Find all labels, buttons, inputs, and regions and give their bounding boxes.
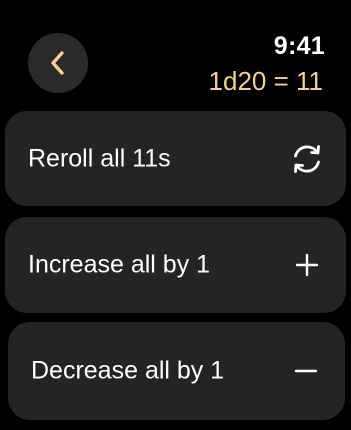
reroll-all-label: Reroll all 11s <box>28 144 171 172</box>
back-button[interactable] <box>28 33 88 93</box>
reroll-all-button[interactable]: Reroll all 11s <box>5 111 346 206</box>
minus-icon <box>289 354 323 388</box>
increase-all-button[interactable]: Increase all by 1 <box>5 217 346 313</box>
decrease-all-label: Decrease all by 1 <box>31 356 225 385</box>
arrow-cycle-icon <box>290 142 324 176</box>
increase-all-label: Increase all by 1 <box>28 250 211 279</box>
clock: 9:41 <box>273 32 325 60</box>
watch-screen: 9:41 1d20 = 11 Reroll all 11s Increase a… <box>0 0 351 430</box>
roll-result: 1d20 = 11 <box>208 66 323 96</box>
decrease-all-button[interactable]: Decrease all by 1 <box>8 322 345 420</box>
plus-icon <box>290 248 324 282</box>
chevron-left-icon <box>51 51 64 75</box>
